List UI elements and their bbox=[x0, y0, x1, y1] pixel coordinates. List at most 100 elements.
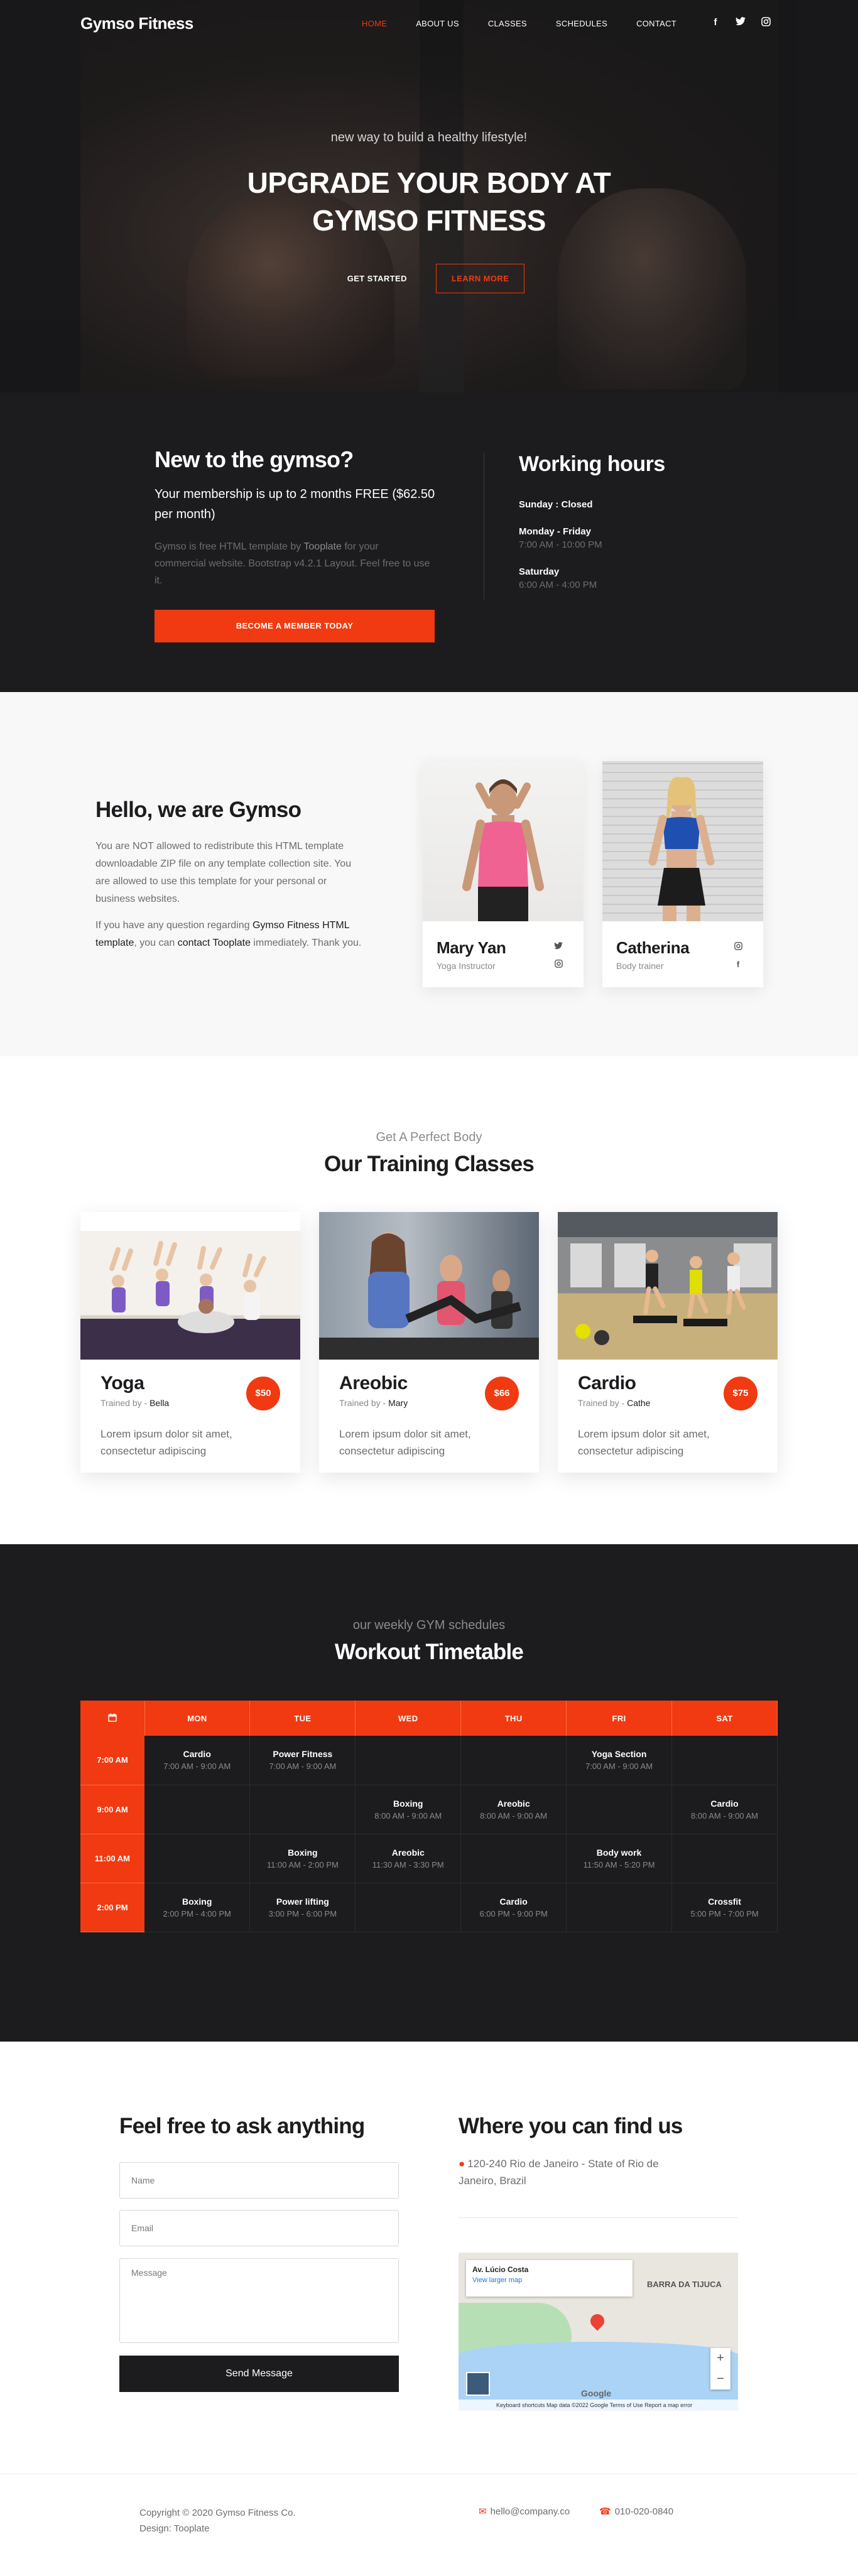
schedule-cell bbox=[671, 1736, 778, 1785]
about-title: Hello, we are Gymso bbox=[95, 798, 301, 822]
class-trainer: Trained by - Cathe bbox=[578, 1398, 651, 1408]
class-session-hours: 3:00 PM - 6:00 PM bbox=[268, 1908, 337, 1918]
day-header: MON bbox=[144, 1701, 251, 1736]
footer-email[interactable]: ✉ hello@company.co bbox=[479, 2506, 570, 2517]
instagram-icon[interactable] bbox=[733, 942, 743, 952]
class-session-name: Areobic bbox=[497, 1798, 530, 1809]
schedule-cell bbox=[144, 1785, 251, 1834]
get-started-button[interactable]: GET STARTED bbox=[334, 264, 421, 293]
class-price: $66 bbox=[485, 1377, 519, 1410]
email-field[interactable]: Email bbox=[119, 2210, 399, 2246]
facebook-icon[interactable]: f bbox=[733, 960, 743, 970]
class-photo bbox=[558, 1212, 778, 1360]
address: ● 120-240 Rio de Janeiro - State of Rio d… bbox=[459, 2158, 659, 2187]
class-photo bbox=[319, 1212, 539, 1360]
schedule-cell bbox=[671, 1834, 778, 1883]
map-place-card: Av. Lúcio Costa View larger map bbox=[466, 2260, 633, 2297]
nav-classes[interactable]: CLASSES bbox=[488, 19, 527, 28]
about-section: Hello, we are Gymso You are NOT allowed … bbox=[0, 692, 858, 1056]
class-trainer: Trained by - Bella bbox=[100, 1398, 170, 1408]
hero-subtitle: new way to build a healthy lifestyle! bbox=[330, 131, 528, 144]
map-area-label: BARRA DA TIJUCA bbox=[647, 2280, 722, 2289]
membership-title: New to the gymso? bbox=[155, 446, 354, 472]
timetable-row: 9:00 AM Boxing 8:00 AM - 9:00 AM Areobic 8:0… bbox=[80, 1785, 778, 1834]
brand-logo[interactable]: Gymso Fitness bbox=[80, 14, 193, 33]
day-header: WED bbox=[355, 1701, 462, 1736]
map-zoom-controls: + − bbox=[710, 2348, 730, 2389]
day-header: SAT bbox=[671, 1701, 778, 1736]
schedule-cell: Cardio 7:00 AM - 9:00 AM bbox=[144, 1736, 251, 1785]
zoom-out-button[interactable]: − bbox=[710, 2369, 730, 2389]
class-card-yoga[interactable]: Yoga Trained by - Bella $50 Lorem ipsum … bbox=[80, 1212, 300, 1473]
design-credit[interactable]: Design: Tooplate bbox=[139, 2521, 296, 2537]
send-message-button[interactable]: Send Message bbox=[119, 2356, 399, 2392]
nav-contact[interactable]: CONTACT bbox=[636, 19, 676, 28]
working-hours-list: Sunday : Closed Monday - Friday 7:00 AM … bbox=[519, 499, 602, 607]
schedule-cell: Cardio 8:00 AM - 9:00 AM bbox=[671, 1785, 778, 1834]
hours-time: 6:00 AM - 4:00 PM bbox=[519, 580, 597, 590]
trainer-photo bbox=[423, 761, 584, 921]
class-session-hours: 11:50 AM - 5:20 PM bbox=[583, 1859, 655, 1870]
class-session-hours: 7:00 AM - 9:00 AM bbox=[585, 1762, 653, 1772]
class-session-name: Boxing bbox=[182, 1896, 212, 1907]
class-session-name: Power Fitness bbox=[273, 1749, 333, 1760]
schedule-cell: Yoga Section 7:00 AM - 9:00 AM bbox=[566, 1736, 673, 1785]
nav-schedules[interactable]: SCHEDULES bbox=[556, 19, 607, 28]
classes-subtitle: Get A Perfect Body bbox=[376, 1130, 482, 1144]
message-field[interactable]: Message bbox=[119, 2258, 399, 2343]
facebook-icon[interactable]: f bbox=[710, 17, 721, 28]
class-session-hours: 7:00 AM - 9:00 AM bbox=[269, 1762, 337, 1772]
hours-day: Saturday bbox=[519, 566, 560, 577]
classes-title: Our Training Classes bbox=[323, 1152, 535, 1176]
zoom-in-button[interactable]: + bbox=[710, 2348, 730, 2369]
trainer-name: Mary Yan bbox=[437, 938, 506, 957]
twitter-icon[interactable] bbox=[735, 17, 746, 28]
tooplate-link[interactable]: Tooplate bbox=[303, 541, 342, 552]
nav-home[interactable]: HOME bbox=[362, 19, 387, 28]
map-footer: Keyboard shortcuts Map data ©2022 Google… bbox=[459, 2400, 738, 2411]
footer-phone[interactable]: ☎ 010-020-0840 bbox=[599, 2506, 673, 2517]
phone-icon: ☎ bbox=[599, 2506, 611, 2517]
time-slot: 2:00 PM bbox=[80, 1883, 144, 1932]
class-session-name: Crossfit bbox=[708, 1896, 741, 1907]
learn-more-button[interactable]: LEARN MORE bbox=[435, 264, 525, 293]
class-session-hours: 6:00 PM - 9:00 PM bbox=[479, 1908, 548, 1918]
membership-section: New to the gymso? Your membership is up … bbox=[0, 392, 858, 692]
schedule-cell: Crossfit 5:00 PM - 7:00 PM bbox=[671, 1883, 778, 1932]
view-larger-map-link[interactable]: View larger map bbox=[472, 2276, 626, 2284]
name-field[interactable]: Name bbox=[119, 2162, 399, 2199]
nav-about-us[interactable]: ABOUT US bbox=[416, 19, 459, 28]
find-us-title: Where you can find us bbox=[459, 2114, 683, 2138]
class-card-areobic[interactable]: Areobic Trained by - Mary $66 Lorem ipsu… bbox=[319, 1212, 539, 1473]
instagram-icon[interactable] bbox=[760, 17, 771, 28]
trainer-role: Yoga Instructor bbox=[437, 961, 496, 971]
trainer-card-catherina: Catherina Body trainer f bbox=[602, 761, 763, 987]
contact-tooplate-link[interactable]: contact Tooplate bbox=[178, 938, 251, 948]
main-menu: HOME ABOUT US CLASSES SCHEDULES CONTACT bbox=[362, 19, 705, 28]
class-price: $75 bbox=[724, 1377, 758, 1410]
class-session-name: Boxing bbox=[288, 1847, 318, 1858]
schedule-cell: Boxing 2:00 PM - 4:00 PM bbox=[144, 1883, 251, 1932]
google-map[interactable]: BARRA DA TIJUCA Av. Lúcio Costa View lar… bbox=[459, 2253, 738, 2411]
trainer-photo bbox=[602, 761, 763, 921]
instagram-icon[interactable] bbox=[553, 960, 563, 970]
time-slot: 9:00 AM bbox=[80, 1785, 144, 1834]
class-session-name: Cardio bbox=[183, 1749, 211, 1760]
day-header: FRI bbox=[566, 1701, 673, 1736]
become-member-button[interactable]: BECOME A MEMBER TODAY bbox=[155, 610, 435, 642]
hero-section: new way to build a healthy lifestyle! UP… bbox=[0, 0, 858, 392]
class-card-cardio[interactable]: Cardio Trained by - Cathe $75 Lorem ipsu… bbox=[558, 1212, 778, 1473]
twitter-icon[interactable] bbox=[553, 942, 563, 952]
google-logo: Google bbox=[581, 2388, 612, 2398]
satellite-toggle[interactable] bbox=[466, 2372, 490, 2396]
schedule-cell bbox=[566, 1883, 673, 1932]
day-header: THU bbox=[460, 1701, 567, 1736]
top-navbar: Gymso Fitness HOME ABOUT US CLASSES SCHE… bbox=[0, 0, 858, 48]
schedule-cell bbox=[249, 1785, 356, 1834]
class-session-hours: 5:00 PM - 7:00 PM bbox=[690, 1908, 759, 1918]
timetable-title: Workout Timetable bbox=[334, 1640, 524, 1664]
schedule-cell bbox=[460, 1736, 567, 1785]
hero-title-line-2: GYMSO FITNESS bbox=[312, 203, 546, 237]
membership-description: Gymso is free HTML template by Tooplate … bbox=[155, 541, 430, 587]
schedule-cell bbox=[355, 1883, 462, 1932]
